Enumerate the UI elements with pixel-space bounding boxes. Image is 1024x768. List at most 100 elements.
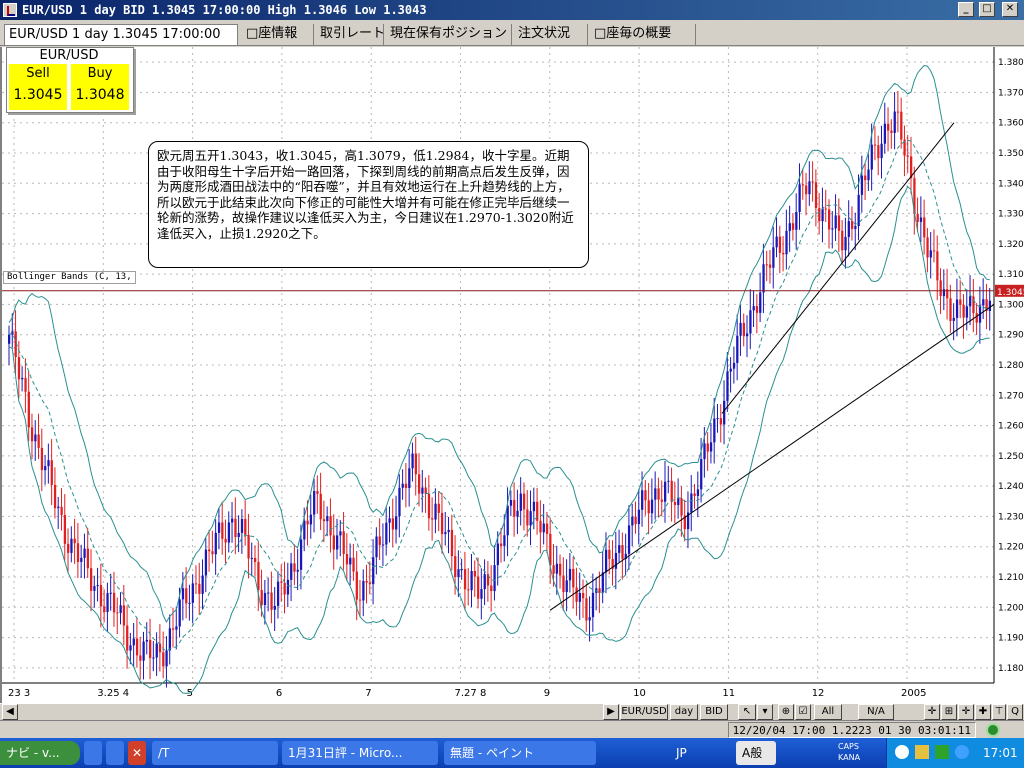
candle-body: [365, 581, 368, 583]
start-button[interactable]: ナビ - v...: [0, 741, 80, 765]
candle-body: [568, 568, 572, 581]
close-app-icon[interactable]: ✕: [128, 741, 146, 765]
candle: [621, 532, 624, 580]
language-indicator[interactable]: JP: [670, 741, 700, 765]
candle-body: [8, 334, 11, 344]
query-tool-icon[interactable]: Q: [1007, 704, 1023, 720]
candle-body: [250, 557, 253, 559]
candle: [890, 119, 893, 149]
candle-body: [693, 493, 696, 496]
candle: [398, 474, 401, 538]
tab-account-info[interactable]: □座情報: [242, 24, 314, 45]
maximize-button[interactable]: □: [979, 2, 995, 17]
crosshair-tool-icon[interactable]: ✛: [924, 704, 940, 720]
tab-chart[interactable]: EUR/USD 1 day 1.3045 17:00:00: [4, 24, 238, 45]
cursor-tool-icon[interactable]: ✚: [975, 704, 991, 720]
candle: [96, 567, 99, 602]
tray-icon[interactable]: [895, 745, 909, 759]
candle: [811, 161, 814, 202]
candle: [313, 478, 316, 533]
range-all-button[interactable]: All: [814, 704, 842, 720]
candle: [746, 315, 749, 358]
candle: [375, 527, 378, 575]
scroll-left-icon[interactable]: ◀: [2, 704, 18, 720]
candle-body: [24, 377, 27, 392]
side-selector[interactable]: BID: [700, 704, 728, 720]
candle-body: [890, 130, 893, 133]
scale-tool-icon[interactable]: ⊤: [992, 704, 1006, 720]
tray-shield-icon[interactable]: [915, 745, 929, 759]
tab-positions[interactable]: 現在保有ポジション: [386, 24, 512, 45]
candle: [47, 443, 50, 484]
candle-body: [942, 289, 946, 297]
candle-body: [982, 299, 985, 306]
ime-modes[interactable]: CAPS KANA: [836, 741, 876, 765]
candle: [250, 542, 253, 577]
candle: [231, 501, 234, 543]
candle-body: [932, 250, 936, 252]
candle: [696, 471, 700, 518]
x-tick-label: 23 3: [8, 688, 30, 699]
tray-volume-icon[interactable]: [955, 745, 969, 759]
candle: [106, 582, 109, 632]
candle-body: [808, 181, 811, 195]
candle: [693, 483, 696, 509]
candle-body: [814, 182, 818, 209]
indicator-label[interactable]: Bollinger Bands (C, 13,: [3, 271, 136, 284]
taskbar-item-word[interactable]: 1月31日評 - Micro...: [282, 741, 438, 765]
candle-body: [703, 443, 706, 460]
period-selector[interactable]: day: [670, 704, 698, 720]
pointer-tool-icon[interactable]: ↖: [738, 704, 756, 720]
marker-tool-icon[interactable]: ✛: [958, 704, 974, 720]
ime-indicator[interactable]: A般: [736, 741, 776, 765]
buy-quote[interactable]: Buy 1.3048: [71, 64, 129, 110]
candle-body: [719, 418, 723, 425]
candle-body: [818, 208, 821, 222]
candle: [60, 488, 63, 531]
candle-body: [952, 317, 955, 321]
range-na-button[interactable]: N/A: [858, 704, 894, 720]
candle: [411, 442, 414, 482]
dropdown-icon[interactable]: ▾: [757, 704, 773, 720]
candle-body: [477, 576, 480, 599]
candle-body: [267, 592, 270, 594]
candle: [290, 552, 293, 602]
candle-body: [457, 569, 460, 578]
x-tick-label: 7: [365, 688, 371, 699]
y-tick-label: 1.3500: [998, 149, 1024, 159]
tab-rates[interactable]: 取引レート: [316, 24, 384, 45]
candle: [762, 243, 765, 314]
cursor-readout: 12/20/04 17:00 1.2223 01 30 03:01:11: [727, 722, 976, 738]
symbol-selector[interactable]: EUR/USD: [620, 704, 668, 720]
candle: [877, 135, 880, 176]
close-button[interactable]: ✕: [1002, 2, 1018, 17]
checkbox-tool-icon[interactable]: ☑: [795, 704, 811, 720]
tab-account-summary[interactable]: □座毎の概要: [590, 24, 696, 45]
candle: [532, 487, 536, 530]
tray-network-icon[interactable]: [935, 745, 949, 759]
candle: [418, 453, 421, 507]
candle-body: [562, 575, 565, 593]
candle: [473, 560, 477, 597]
taskbar-item-paint[interactable]: 無題 - ペイント: [444, 741, 596, 765]
candle-body: [893, 111, 896, 133]
candle: [742, 313, 745, 347]
sell-quote[interactable]: Sell 1.3045: [9, 64, 67, 110]
candle-body: [880, 143, 883, 159]
zoom-tool-icon[interactable]: ⊕: [778, 704, 794, 720]
title-bar[interactable]: EUR/USD 1 day BID 1.3045 17:00:00 High 1…: [0, 0, 1024, 20]
tab-orders[interactable]: 注文状況: [514, 24, 588, 45]
taskbar-item-app[interactable]: /T: [152, 741, 278, 765]
quicklaunch-icon[interactable]: [84, 741, 102, 765]
grid-tool-icon[interactable]: ⊞: [941, 704, 957, 720]
candle: [152, 640, 155, 672]
candle: [421, 469, 424, 513]
scroll-right-icon[interactable]: ▶: [603, 704, 619, 720]
candle-body: [850, 221, 854, 229]
candle: [221, 501, 224, 555]
quicklaunch-icon-2[interactable]: [106, 741, 124, 765]
candle: [778, 225, 782, 274]
candle: [988, 287, 991, 331]
minimize-button[interactable]: _: [958, 2, 974, 17]
candle: [470, 553, 473, 608]
